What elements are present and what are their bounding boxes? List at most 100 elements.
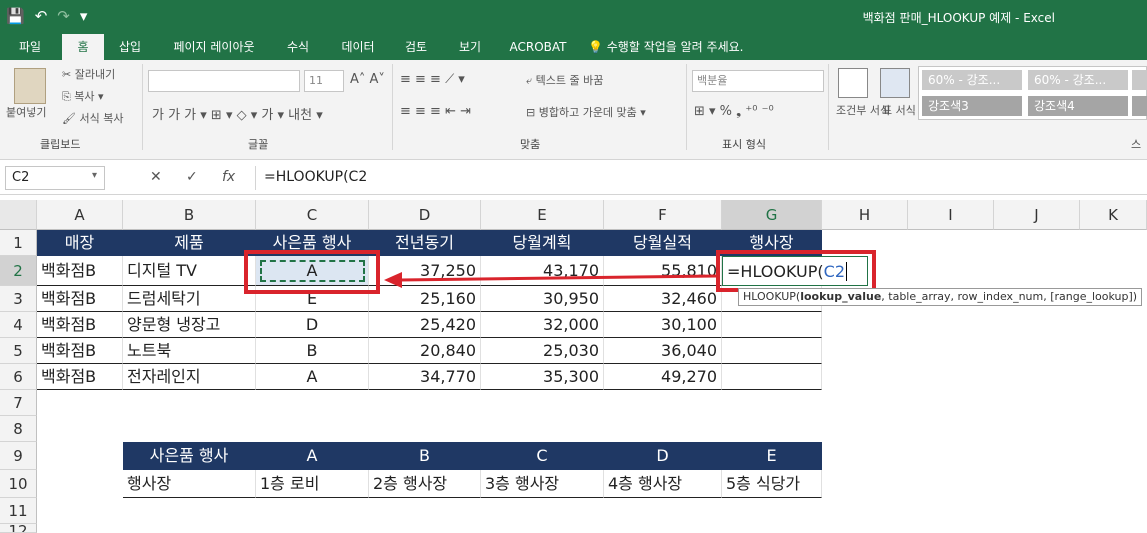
- table-cell[interactable]: 25,420: [369, 312, 481, 338]
- table-cell[interactable]: 20,840: [369, 338, 481, 364]
- tab-formulas[interactable]: 수식: [276, 34, 320, 60]
- style-accent-60b[interactable]: 60% - 강조...: [1028, 70, 1128, 90]
- column-header[interactable]: K: [1080, 200, 1147, 230]
- table-cell[interactable]: 백화점B: [37, 312, 123, 338]
- save-icon[interactable]: 💾: [6, 6, 25, 26]
- table-cell[interactable]: 노트북: [123, 338, 256, 364]
- enter-icon[interactable]: ✓: [186, 169, 198, 185]
- table-header-cell[interactable]: 전년동기: [369, 230, 481, 256]
- tab-review[interactable]: 검토: [394, 34, 438, 60]
- lookup-header-cell[interactable]: B: [369, 442, 481, 470]
- row-header[interactable]: 5: [0, 338, 37, 364]
- table-cell[interactable]: 49,270: [604, 364, 722, 390]
- merge-center-button[interactable]: ⊟ 병합하고 가운데 맞춤 ▾: [526, 104, 646, 120]
- tell-me-box[interactable]: 💡 수행할 작업을 알려 주세요.: [588, 34, 768, 60]
- table-cell[interactable]: 34,770: [369, 364, 481, 390]
- column-header[interactable]: F: [604, 200, 722, 230]
- table-cell[interactable]: 35,300: [481, 364, 604, 390]
- format-as-table-button[interactable]: 표 서식: [882, 102, 916, 118]
- cut-button[interactable]: ✂ 잘라내기: [62, 66, 115, 82]
- redo-icon[interactable]: ↷: [57, 6, 70, 26]
- tab-view[interactable]: 보기: [448, 34, 492, 60]
- row-header-selected[interactable]: 2: [0, 256, 37, 286]
- align-left-icons[interactable]: ≡ ≡ ≡ ⇤ ⇥: [400, 104, 471, 119]
- paste-button[interactable]: 붙여넣기: [6, 104, 46, 120]
- table-header-cell[interactable]: 매장: [37, 230, 123, 256]
- table-cell[interactable]: 백화점B: [37, 256, 123, 286]
- font-size-select[interactable]: 11: [304, 70, 344, 92]
- lookup-header-cell[interactable]: C: [481, 442, 604, 470]
- row-header[interactable]: 6: [0, 364, 37, 390]
- table-cell[interactable]: 백화점B: [37, 286, 123, 312]
- table-header-cell[interactable]: 당월실적: [604, 230, 722, 256]
- tab-file[interactable]: 파일: [8, 34, 52, 60]
- copy-button[interactable]: ⎘ 복사 ▾: [62, 88, 104, 104]
- undo-icon[interactable]: ↶: [35, 6, 48, 26]
- number-format-select[interactable]: 백분율: [692, 70, 824, 92]
- column-header[interactable]: J: [994, 200, 1080, 230]
- table-cell[interactable]: D: [256, 312, 369, 338]
- lookup-cell[interactable]: 3층 행사장: [481, 470, 604, 498]
- row-header[interactable]: 7: [0, 390, 37, 416]
- paste-icon[interactable]: [14, 68, 46, 104]
- row-header[interactable]: 12: [0, 524, 37, 533]
- tab-insert[interactable]: 삽입: [108, 34, 152, 60]
- align-top-icons[interactable]: ≡ ≡ ≡ ⟋ ▾: [400, 72, 465, 87]
- tab-home[interactable]: 홈: [62, 34, 104, 60]
- table-cell[interactable]: A: [256, 364, 369, 390]
- column-header[interactable]: D: [369, 200, 481, 230]
- table-cell[interactable]: 25,030: [481, 338, 604, 364]
- column-header[interactable]: B: [123, 200, 256, 230]
- tab-acrobat[interactable]: ACROBAT: [502, 34, 574, 60]
- lookup-cell[interactable]: 2층 행사장: [369, 470, 481, 498]
- insert-function-icon[interactable]: fx: [222, 169, 235, 185]
- style-accent4[interactable]: 강조색4: [1028, 96, 1128, 116]
- lookup-cell[interactable]: 1층 로비: [256, 470, 369, 498]
- row-header[interactable]: 4: [0, 312, 37, 338]
- active-edit-cell[interactable]: =HLOOKUP(C2: [722, 256, 868, 286]
- select-all-corner[interactable]: [0, 200, 37, 230]
- worksheet-grid[interactable]: A B C D E F G H I J K 1 2 3 4 5 6 7 8 9 …: [0, 200, 1147, 533]
- style-accent3[interactable]: 강조색3: [922, 96, 1022, 116]
- number-format-icons[interactable]: ⊞ ▾ % ❟ ⁺⁰ ⁻⁰: [694, 104, 774, 119]
- font-name-select[interactable]: [148, 70, 300, 92]
- tab-data[interactable]: 데이터: [330, 34, 386, 60]
- lookup-cell[interactable]: 5층 식당가: [722, 470, 822, 498]
- conditional-format-icon[interactable]: [838, 68, 868, 98]
- table-cell[interactable]: 백화점B: [37, 364, 123, 390]
- row-header[interactable]: 1: [0, 230, 37, 256]
- customize-qat-icon[interactable]: ▾: [80, 6, 88, 26]
- column-header[interactable]: I: [908, 200, 994, 230]
- table-header-cell[interactable]: 제품: [123, 230, 256, 256]
- table-cell[interactable]: [722, 338, 822, 364]
- style-chip-partial[interactable]: [1132, 70, 1147, 90]
- row-header[interactable]: 8: [0, 416, 37, 442]
- row-header[interactable]: 9: [0, 442, 37, 470]
- table-cell[interactable]: 드럼세탁기: [123, 286, 256, 312]
- table-cell[interactable]: [722, 364, 822, 390]
- table-cell[interactable]: [722, 312, 822, 338]
- tab-page-layout[interactable]: 페이지 레이아웃: [160, 34, 268, 60]
- table-header-cell[interactable]: 당월계획: [481, 230, 604, 256]
- column-header-selected[interactable]: G: [722, 200, 822, 230]
- column-header[interactable]: E: [481, 200, 604, 230]
- row-header[interactable]: 10: [0, 470, 37, 498]
- wrap-text-button[interactable]: ⤶ 텍스트 줄 바꿈: [526, 72, 603, 88]
- column-header[interactable]: H: [822, 200, 908, 230]
- format-as-table-icon[interactable]: [880, 68, 910, 98]
- lookup-header-cell[interactable]: A: [256, 442, 369, 470]
- row-header[interactable]: 11: [0, 498, 37, 524]
- name-box-dropdown-icon[interactable]: ▾: [92, 170, 97, 181]
- row-header[interactable]: 3: [0, 286, 37, 312]
- lookup-cell[interactable]: 행사장: [123, 470, 256, 498]
- table-cell[interactable]: 디지털 TV: [123, 256, 256, 286]
- table-cell[interactable]: 전자레인지: [123, 364, 256, 390]
- cancel-icon[interactable]: ✕: [150, 169, 162, 185]
- column-header[interactable]: A: [37, 200, 123, 230]
- formula-input[interactable]: =HLOOKUP(C2: [255, 166, 1141, 190]
- lookup-header-cell[interactable]: E: [722, 442, 822, 470]
- table-cell[interactable]: 백화점B: [37, 338, 123, 364]
- table-cell[interactable]: 36,040: [604, 338, 722, 364]
- format-painter-button[interactable]: 🖌 서식 복사: [62, 110, 123, 126]
- table-cell[interactable]: 양문형 냉장고: [123, 312, 256, 338]
